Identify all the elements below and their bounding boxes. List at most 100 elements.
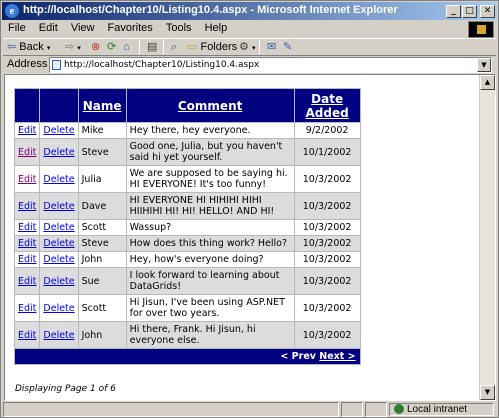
toolbar-separator [139, 40, 140, 56]
edit-cell: Edit [13, 251, 41, 268]
comment-cell: Wassup? [125, 219, 295, 236]
home-button[interactable]: ⌂ [123, 40, 130, 56]
table-row: Edit Delete Mike Hey there, hey everyone. 9/… [13, 122, 361, 139]
back-arrow-icon: ⇦ [7, 41, 17, 53]
menu-help[interactable]: Help [200, 21, 233, 35]
comment-cell: I look forward to learning about DataGri… [125, 267, 295, 295]
table-row: Edit Delete Dave HI EVERYONE HI HIHIHI HIHI… [13, 192, 361, 220]
pager-next-link[interactable]: Next > [319, 351, 355, 362]
edit-link[interactable]: Edit [18, 201, 36, 212]
folders-button[interactable]: ▭ Folders [187, 40, 237, 56]
mail-icon: ✉ [267, 41, 277, 53]
forward-button[interactable]: ⇨ ▾ [65, 40, 81, 56]
comments-datagrid: Name Comment Date Added Edit Delete Mike He… [13, 88, 361, 365]
ie-logo-icon: e [5, 4, 19, 18]
menu-view[interactable]: View [66, 21, 100, 35]
delete-link[interactable]: Delete [43, 276, 74, 287]
comment-cell: Hi Jisun, I've been using ASP.NET for ov… [125, 294, 295, 322]
table-row: Edit Delete Scott Hi Jisun, I've been using… [13, 294, 361, 322]
edit-page-button[interactable]: ✎ [283, 40, 292, 56]
table-row: Edit Delete Julia We are supposed to be say… [13, 165, 361, 193]
status-panel [365, 402, 387, 417]
delete-link[interactable]: Delete [43, 201, 74, 212]
forward-dropdown-icon[interactable]: ▾ [77, 45, 81, 52]
date-cell: 10/3/2002 [293, 251, 361, 268]
header-date-added[interactable]: Date Added [293, 88, 361, 123]
comment-cell: Hey there, hey everyone. [125, 122, 295, 139]
pager-row: < Prev Next > [14, 348, 361, 365]
edit-link[interactable]: Edit [18, 222, 36, 233]
page-icon [52, 60, 61, 70]
delete-link[interactable]: Delete [43, 125, 74, 136]
name-cell: Scott [77, 219, 127, 236]
refresh-button[interactable]: ⟳ [107, 40, 116, 56]
edit-link[interactable]: Edit [18, 276, 36, 287]
edit-link[interactable]: Edit [18, 303, 36, 314]
table-row: Edit Delete John Hey, how's everyone doing?… [13, 251, 361, 268]
close-button[interactable]: ✕ [480, 5, 495, 18]
stop-icon: ⊗ [91, 41, 101, 53]
back-dropdown-icon[interactable]: ▾ [47, 45, 51, 52]
delete-link[interactable]: Delete [43, 238, 74, 249]
delete-cell: Delete [39, 235, 79, 252]
folders-label: Folders [200, 41, 238, 53]
page-content: Name Comment Date Added Edit Delete Mike He… [4, 74, 496, 401]
date-cell: 10/1/2002 [293, 138, 361, 166]
print-button[interactable]: ▤ [147, 40, 157, 56]
table-row: Edit Delete Steve How does this thing work?… [13, 235, 361, 252]
menu-edit[interactable]: Edit [34, 21, 63, 35]
tools-button[interactable]: ⚙ ▾ [239, 40, 255, 56]
edit-page-icon: ✎ [283, 41, 293, 53]
mail-button[interactable]: ✉ [267, 40, 276, 56]
vertical-scrollbar[interactable]: ▲ ▼ [479, 75, 495, 400]
delete-link[interactable]: Delete [43, 330, 74, 341]
edit-link[interactable]: Edit [18, 254, 36, 265]
minimize-button[interactable]: _ [446, 5, 461, 18]
edit-link[interactable]: Edit [18, 330, 36, 341]
status-text-panel [3, 402, 339, 417]
edit-link[interactable]: Edit [18, 125, 36, 136]
menu-tools[interactable]: Tools [161, 21, 197, 35]
table-row: Edit Delete Sue I look forward to learning … [13, 267, 361, 295]
menu-bar: File Edit View Favorites Tools Help [3, 21, 463, 37]
maximize-button[interactable]: □ [462, 5, 477, 18]
comment-cell: Good one, Julia, but you haven't said hi… [125, 138, 295, 166]
title-bar[interactable]: e http://localhost/Chapter10/Listing10.4… [2, 2, 497, 20]
back-label: Back [19, 41, 44, 53]
comment-cell: HI EVERYONE HI HIHIHI HIHI HIIHIHI HI! H… [125, 192, 295, 220]
menu-favorites[interactable]: Favorites [103, 21, 158, 35]
scroll-up-icon[interactable]: ▲ [480, 75, 495, 90]
menu-file[interactable]: File [3, 21, 31, 35]
header-comment[interactable]: Comment [125, 88, 295, 123]
delete-link[interactable]: Delete [43, 222, 74, 233]
stop-button[interactable]: ⊗ [91, 40, 100, 56]
date-cell: 10/3/2002 [293, 219, 361, 236]
intranet-zone-icon [394, 404, 404, 415]
name-cell: Steve [77, 138, 127, 166]
delete-link[interactable]: Delete [43, 254, 74, 265]
delete-link[interactable]: Delete [43, 303, 74, 314]
date-cell: 10/3/2002 [293, 321, 361, 349]
name-cell: Dave [77, 192, 127, 220]
name-cell: Mike [77, 122, 127, 139]
header-name[interactable]: Name [77, 88, 127, 123]
delete-cell: Delete [39, 122, 79, 139]
edit-cell: Edit [13, 192, 41, 220]
edit-link[interactable]: Edit [18, 174, 36, 185]
edit-link[interactable]: Edit [18, 147, 36, 158]
scroll-down-icon[interactable]: ▼ [480, 385, 495, 400]
delete-cell: Delete [39, 192, 79, 220]
delete-link[interactable]: Delete [43, 174, 74, 185]
tools-icon: ⚙ [239, 41, 249, 53]
header-delete-col [39, 88, 79, 123]
tools-dropdown-icon[interactable]: ▾ [252, 45, 256, 52]
address-dropdown-icon[interactable]: ▼ [477, 58, 491, 72]
delete-link[interactable]: Delete [43, 147, 74, 158]
back-button[interactable]: ⇦ Back ▾ [7, 40, 50, 56]
edit-link[interactable]: Edit [18, 238, 36, 249]
date-cell: 10/3/2002 [293, 294, 361, 322]
address-input[interactable]: http://localhost/Chapter10/Listing10.4.a… [49, 57, 492, 73]
edit-cell: Edit [13, 165, 41, 193]
search-button[interactable]: ⌕ [171, 40, 177, 56]
delete-cell: Delete [39, 165, 79, 193]
